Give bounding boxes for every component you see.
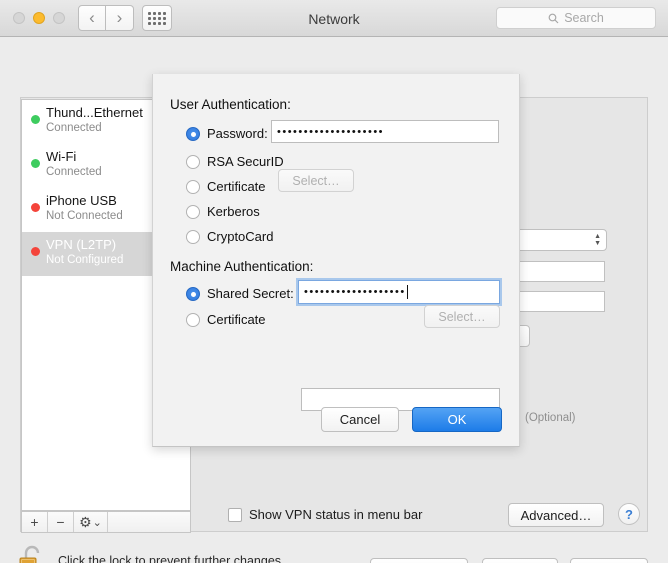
search-input[interactable]: Search: [496, 7, 656, 29]
advanced-button-label: Advanced…: [521, 508, 592, 523]
radio-kerberos[interactable]: Kerberos: [186, 204, 260, 219]
service-actions-button[interactable]: ⚙ ⌄: [74, 512, 108, 532]
machine-authentication-title: Machine Authentication:: [170, 259, 313, 274]
select-certificate-user-button[interactable]: Select…: [278, 169, 354, 192]
assist-me-button[interactable]: Assist me…: [370, 558, 468, 563]
status-dot-icon: [31, 159, 40, 168]
cancel-button[interactable]: Cancel: [321, 407, 399, 432]
radio-certificate-machine-label: Certificate: [207, 312, 266, 327]
window-title-text: Network: [308, 11, 359, 27]
select-certificate-machine-label: Select…: [438, 310, 485, 324]
advanced-button[interactable]: Advanced…: [508, 503, 604, 527]
text-caret: [407, 285, 408, 299]
chevron-down-icon: ⌄: [93, 516, 102, 529]
authentication-sheet: User Authentication: Password: •••••••••…: [152, 74, 520, 447]
radio-rsa-securid[interactable]: RSA SecurID: [186, 154, 284, 169]
radio-shared-secret-indicator[interactable]: [186, 287, 200, 301]
select-certificate-user-label: Select…: [292, 174, 339, 188]
remove-service-button[interactable]: −: [48, 512, 74, 532]
unlocked-padlock-icon[interactable]: [18, 545, 46, 563]
question-mark-icon: ?: [625, 507, 633, 522]
select-certificate-machine-button[interactable]: Select…: [424, 305, 500, 328]
password-value: ••••••••••••••••••••: [277, 126, 384, 138]
radio-shared-secret-label: Shared Secret:: [207, 286, 294, 301]
user-authentication-title: User Authentication:: [170, 97, 291, 112]
radio-password-indicator[interactable]: [186, 127, 200, 141]
radio-cryptocard[interactable]: CryptoCard: [186, 229, 273, 244]
password-input[interactable]: ••••••••••••••••••••: [271, 120, 499, 143]
radio-certificate-user-label: Certificate: [207, 179, 266, 194]
radio-certificate-user[interactable]: Certificate: [186, 179, 266, 194]
radio-password[interactable]: Password:: [186, 126, 268, 141]
status-dot-icon: [31, 203, 40, 212]
group-name-hint: (Optional): [525, 412, 576, 424]
radio-certificate-machine-indicator[interactable]: [186, 313, 200, 327]
search-icon: [548, 13, 559, 24]
radio-cryptocard-indicator[interactable]: [186, 230, 200, 244]
status-dot-icon: [31, 247, 40, 256]
revert-button[interactable]: Revert: [482, 558, 558, 563]
minus-icon: −: [56, 514, 64, 530]
title-bar: ‹ › Network Search: [0, 0, 668, 37]
network-preferences-window: ‹ › Network Search ▲▼: [0, 0, 668, 563]
help-button[interactable]: ?: [618, 503, 640, 525]
shared-secret-value: •••••••••••••••••••: [304, 286, 406, 298]
radio-password-label: Password:: [207, 126, 268, 141]
search-placeholder: Search: [564, 11, 604, 25]
radio-certificate-machine[interactable]: Certificate: [186, 312, 266, 327]
lock-row: Click the lock to prevent further change…: [18, 545, 285, 563]
add-service-button[interactable]: +: [22, 512, 48, 532]
radio-rsa-securid-label: RSA SecurID: [207, 154, 284, 169]
ok-button[interactable]: OK: [412, 407, 502, 432]
radio-cryptocard-label: CryptoCard: [207, 229, 273, 244]
stepper-arrows-icon: ▲▼: [594, 233, 601, 247]
show-vpn-status-checkbox[interactable]: [228, 508, 242, 522]
plus-icon: +: [30, 514, 38, 530]
ok-button-label: OK: [448, 412, 467, 427]
radio-shared-secret[interactable]: Shared Secret:: [186, 286, 294, 301]
lock-message: Click the lock to prevent further change…: [58, 554, 285, 563]
status-dot-icon: [31, 115, 40, 124]
cancel-button-label: Cancel: [340, 412, 380, 427]
radio-rsa-securid-indicator[interactable]: [186, 155, 200, 169]
radio-kerberos-indicator[interactable]: [186, 205, 200, 219]
radio-certificate-user-indicator[interactable]: [186, 180, 200, 194]
show-vpn-status-label: Show VPN status in menu bar: [249, 507, 422, 522]
show-vpn-status-row[interactable]: Show VPN status in menu bar: [228, 507, 422, 522]
shared-secret-input[interactable]: •••••••••••••••••••: [298, 280, 500, 304]
apply-button[interactable]: Apply: [570, 558, 648, 563]
gear-icon: ⚙: [79, 514, 92, 531]
content-area: ▲▼ … Thund...Ethernet Connected Wi-Fi Co…: [0, 37, 668, 563]
services-toolbar: + − ⚙ ⌄: [21, 511, 191, 533]
radio-kerberos-label: Kerberos: [207, 204, 260, 219]
